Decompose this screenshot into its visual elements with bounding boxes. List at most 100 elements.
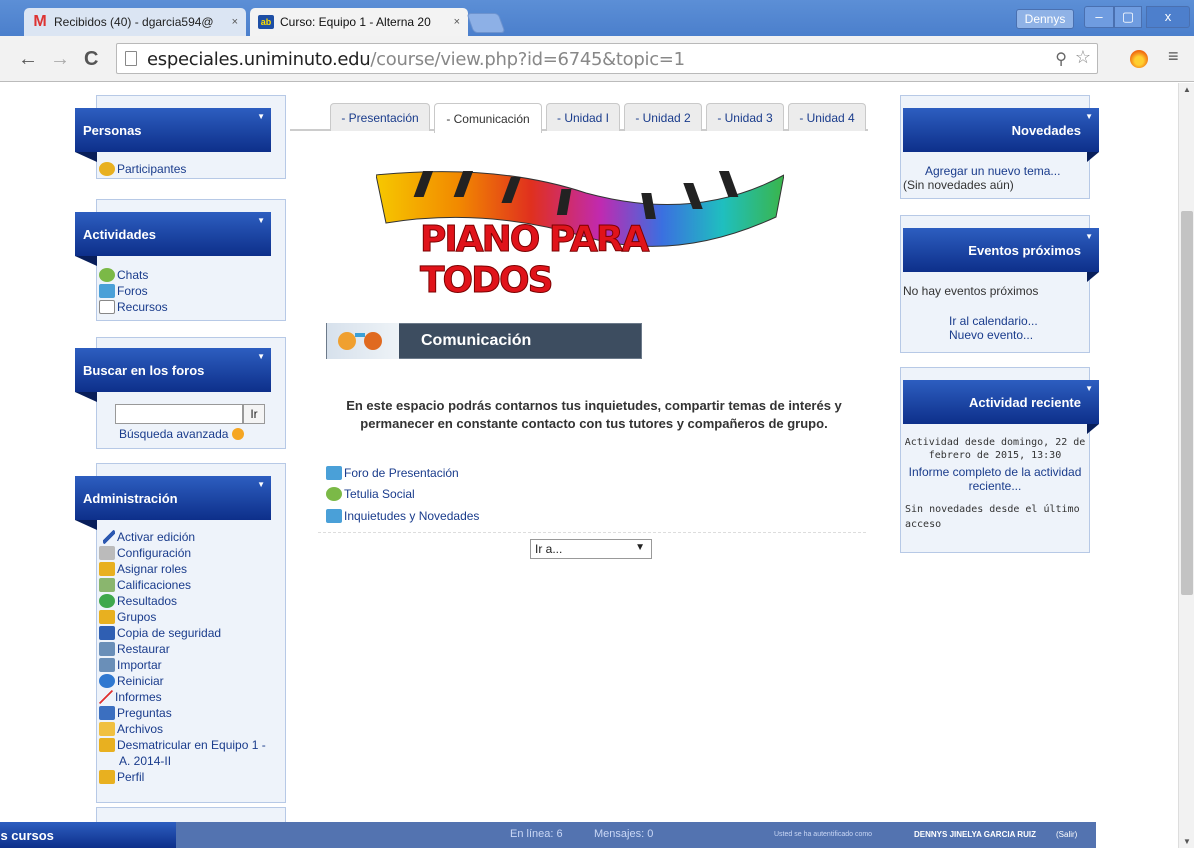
- scroll-down-icon[interactable]: ▼: [1183, 837, 1191, 846]
- link-foros[interactable]: Foros: [99, 284, 148, 298]
- block-novedades: Novedades ▼ Agregar un nuevo tema... (Sin…: [900, 95, 1099, 199]
- link-label: Participantes: [117, 162, 187, 176]
- link-resultados[interactable]: Resultados: [99, 594, 177, 608]
- my-courses-title: Mis cursos: [0, 828, 54, 843]
- tab-gmail[interactable]: M Recibidos (40) - dgarcia594@ ×: [24, 8, 246, 36]
- address-bar[interactable]: especiales.uniminuto.edu/course/view.php…: [116, 43, 1098, 74]
- link-calificaciones[interactable]: Calificaciones: [99, 578, 191, 592]
- activity-label: Inquietudes y Novedades: [344, 509, 480, 523]
- forward-arrow-icon[interactable]: →: [50, 48, 70, 70]
- link-informes[interactable]: Informes: [99, 690, 162, 704]
- link-label: Archivos: [117, 722, 164, 736]
- ribbon-fold: [75, 256, 97, 266]
- forum-icon: [326, 509, 342, 523]
- tab-unidad-3[interactable]: - Unidad 3: [706, 103, 784, 131]
- tab-comunicacion[interactable]: - Comunicación: [434, 103, 542, 133]
- unenrol-icon: [99, 738, 115, 752]
- online-users[interactable]: En línea: 6: [510, 828, 563, 840]
- maximize-button[interactable]: ▢: [1114, 6, 1142, 28]
- link-perfil[interactable]: Perfil: [99, 770, 144, 784]
- activity-foro-presentacion[interactable]: Foro de Presentación: [326, 466, 459, 480]
- tab-unidad-2[interactable]: - Unidad 2: [624, 103, 702, 131]
- block-menu-icon[interactable]: ▼: [1085, 384, 1093, 393]
- block-title: Eventos próximos: [968, 242, 1081, 258]
- tab-unidad-1[interactable]: - Unidad I: [546, 103, 620, 131]
- link-recursos[interactable]: Recursos: [99, 300, 168, 314]
- zoom-icon[interactable]: ⚲: [1055, 49, 1067, 69]
- extension-icon[interactable]: [1130, 50, 1148, 68]
- restore-icon: [99, 642, 115, 656]
- minimize-button[interactable]: –: [1084, 6, 1114, 28]
- profile-button[interactable]: Dennys: [1016, 9, 1074, 29]
- tab-close-icon[interactable]: ×: [454, 16, 460, 28]
- block-menu-icon[interactable]: ▼: [1085, 112, 1093, 121]
- link-reiniciar[interactable]: Reiniciar: [99, 674, 164, 688]
- back-arrow-icon[interactable]: ←: [18, 48, 38, 70]
- link-chats[interactable]: Chats: [99, 268, 148, 282]
- tab-close-icon[interactable]: ×: [232, 16, 238, 28]
- messages-count[interactable]: Mensajes: 0: [594, 828, 653, 840]
- link-label: Perfil: [117, 770, 145, 784]
- block-menu-icon[interactable]: ▼: [257, 216, 265, 225]
- link-grupos[interactable]: Grupos: [99, 610, 156, 624]
- forum-search-input[interactable]: [115, 404, 243, 424]
- link-full-report[interactable]: Informe completo de la actividad recient…: [903, 465, 1087, 493]
- new-tab-button[interactable]: [466, 13, 506, 33]
- block-menu-icon[interactable]: ▼: [257, 352, 265, 361]
- activity-inquietudes[interactable]: Inquietudes y Novedades: [326, 509, 479, 523]
- activity-tetulia-social[interactable]: Tetulia Social: [326, 487, 415, 501]
- auth-user-link[interactable]: DENNYS JINELYA GARCIA RUIZ: [914, 830, 1036, 839]
- link-desmatricular[interactable]: Desmatricular en Equipo 1 -: [99, 738, 266, 752]
- link-advanced-search[interactable]: Búsqueda avanzada: [119, 427, 246, 441]
- tab-unidad-4[interactable]: - Unidad 4: [788, 103, 866, 131]
- ribbon-fold: [75, 520, 97, 530]
- link-new-event[interactable]: Nuevo evento...: [949, 328, 1033, 342]
- block-menu-icon[interactable]: ▼: [257, 480, 265, 489]
- logout-link[interactable]: (Salir): [1056, 830, 1077, 839]
- close-window-button[interactable]: x: [1146, 6, 1190, 28]
- block-menu-icon[interactable]: ▼: [257, 112, 265, 121]
- link-preguntas[interactable]: Preguntas: [99, 706, 172, 720]
- pencil-icon: [103, 530, 115, 544]
- activity-label: Tetulia Social: [344, 487, 415, 501]
- link-desmatricular-cont[interactable]: A. 2014-II: [119, 754, 171, 768]
- divider: [318, 532, 866, 533]
- tab-presentacion[interactable]: - Presentación: [330, 103, 430, 131]
- link-calendar[interactable]: Ir al calendario...: [949, 314, 1038, 328]
- jump-to-select[interactable]: Ir a... ▼: [530, 539, 652, 559]
- page-viewport: Personas ▼ Participantes Actividades ▼ Cha…: [0, 83, 1178, 848]
- link-archivos[interactable]: Archivos: [99, 722, 163, 736]
- reset-icon: [99, 674, 115, 688]
- gmail-icon: M: [33, 13, 47, 30]
- chat-icon: [99, 268, 115, 282]
- search-go-button[interactable]: Ir: [243, 404, 265, 424]
- tab-course[interactable]: ab Curso: Equipo 1 - Alterna 20 ×: [250, 8, 468, 36]
- link-label: Asignar roles: [117, 562, 188, 576]
- block-menu-icon[interactable]: ▼: [1085, 232, 1093, 241]
- reload-icon[interactable]: C: [84, 48, 98, 70]
- scroll-thumb[interactable]: [1181, 211, 1193, 595]
- help-icon[interactable]: [232, 428, 245, 440]
- url-path: /course/view.php?id=6745&topic=1: [370, 49, 685, 70]
- link-configuracion[interactable]: Configuración: [99, 546, 191, 560]
- chat-icon: [326, 487, 342, 501]
- link-add-topic[interactable]: Agregar un nuevo tema...: [925, 164, 1060, 178]
- link-activar-edicion[interactable]: Activar edición: [103, 530, 195, 544]
- page-scrollbar[interactable]: ▲ ▼: [1178, 83, 1194, 848]
- url-text[interactable]: especiales.uniminuto.edu/course/view.php…: [147, 49, 685, 70]
- ribbon-fold: [1087, 424, 1099, 434]
- scroll-up-icon[interactable]: ▲: [1183, 85, 1191, 94]
- link-participantes[interactable]: Participantes: [99, 162, 186, 176]
- resource-icon: [99, 300, 115, 314]
- link-label: A. 2014-II: [119, 754, 172, 768]
- forum-icon: [99, 284, 115, 298]
- link-restaurar[interactable]: Restaurar: [99, 642, 170, 656]
- link-label: Resultados: [117, 594, 178, 608]
- link-importar[interactable]: Importar: [99, 658, 162, 672]
- link-copia-seguridad[interactable]: Copia de seguridad: [99, 626, 221, 640]
- menu-icon[interactable]: ≡: [1168, 46, 1179, 67]
- questions-icon: [99, 706, 115, 720]
- bookmark-star-icon[interactable]: ☆: [1075, 47, 1091, 68]
- news-empty-text: (Sin novedades aún): [903, 178, 1014, 192]
- link-asignar-roles[interactable]: Asignar roles: [99, 562, 187, 576]
